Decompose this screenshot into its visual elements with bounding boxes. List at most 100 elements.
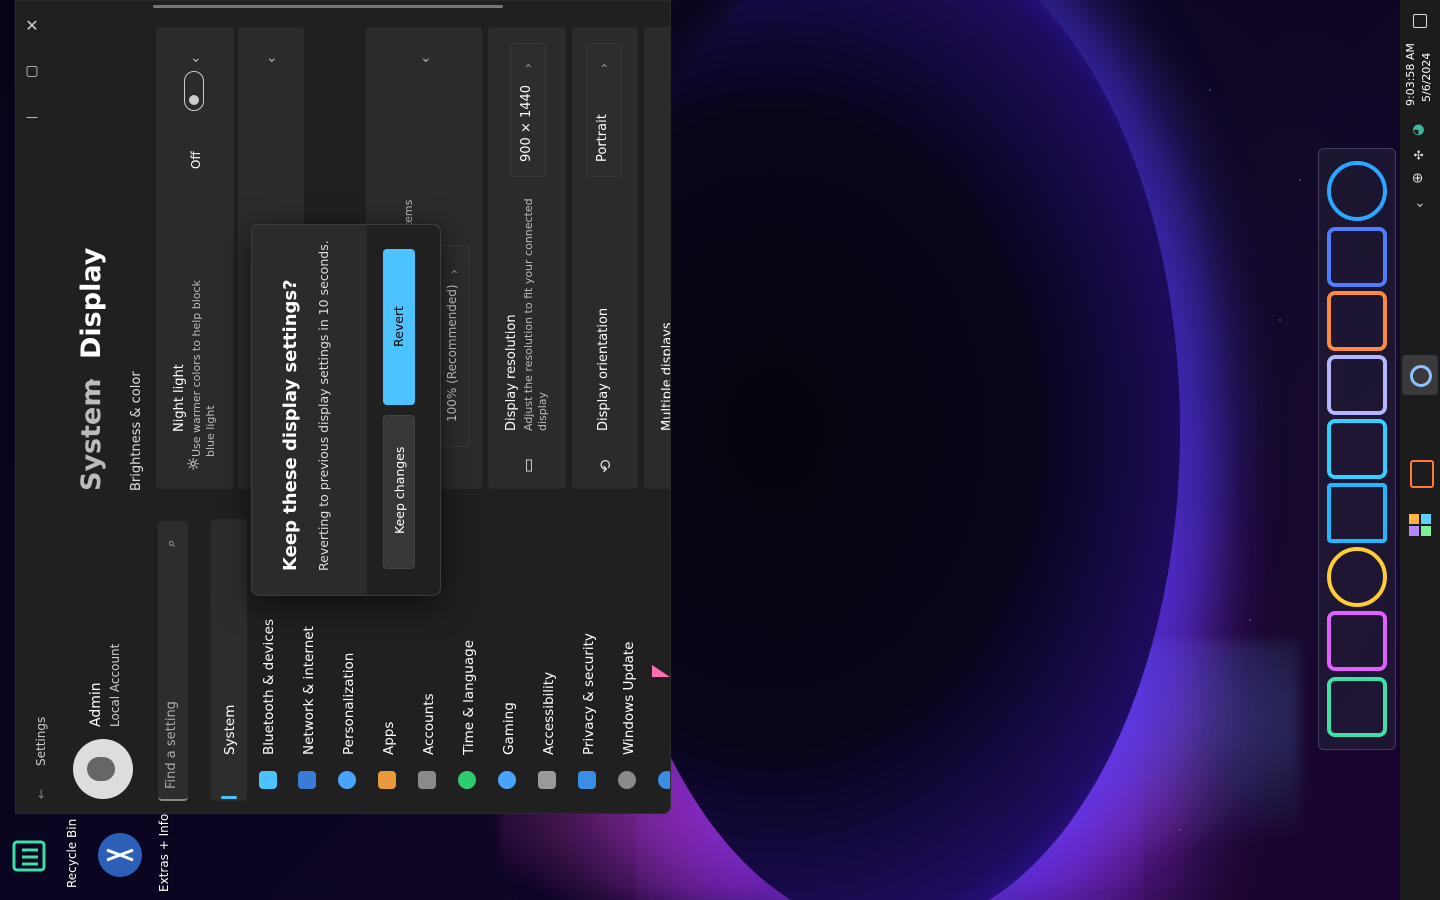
chevron-up-icon[interactable]: ‹ bbox=[188, 57, 204, 63]
sidebar-item-accounts[interactable]: Accounts bbox=[421, 693, 437, 755]
dock-app-camera[interactable] bbox=[1327, 227, 1387, 287]
multiple-displays-card[interactable]: Multiple displays bbox=[644, 27, 671, 489]
settings-taskbar-icon[interactable] bbox=[1402, 355, 1438, 395]
sidebar-item-accessibility[interactable]: Accessibility bbox=[541, 672, 557, 755]
night-light-description: Use warmer colors to help block blue lig… bbox=[190, 280, 217, 457]
taskbar-time[interactable]: 9:03:58 AM bbox=[1404, 43, 1417, 106]
globe-clock-icon bbox=[498, 771, 516, 789]
resize-corner-icon bbox=[652, 665, 670, 677]
resolution-card[interactable]: ▭ Display resolution Adjust the resoluti… bbox=[488, 27, 566, 489]
dock-app-orange[interactable] bbox=[1327, 291, 1387, 351]
maximize-button[interactable]: ▢ bbox=[17, 56, 47, 86]
sidebar-item-privacy-security[interactable]: Privacy & security bbox=[581, 633, 597, 755]
network-tray-icon[interactable]: ✣ bbox=[1412, 150, 1426, 160]
search-box[interactable]: Find a setting ⌕ bbox=[158, 521, 188, 801]
dock-app-arrow[interactable] bbox=[1327, 483, 1387, 543]
revert-button[interactable]: Revert bbox=[383, 249, 415, 405]
search-icon: ⌕ bbox=[164, 539, 179, 547]
page-title: Display bbox=[76, 247, 107, 359]
chevron-left-icon[interactable]: ‹ bbox=[1412, 202, 1428, 208]
sidebar-item-gaming[interactable]: Gaming bbox=[501, 702, 517, 755]
extras-info-shortcut[interactable]: Extras + Info bbox=[95, 814, 175, 896]
accessibility-icon bbox=[578, 771, 596, 789]
dock-app-blue-circle[interactable] bbox=[1327, 161, 1387, 221]
update-icon bbox=[658, 771, 670, 789]
dock-app-monitor[interactable] bbox=[1327, 611, 1387, 671]
recycle-bin-shortcut[interactable]: Recycle Bin bbox=[10, 819, 85, 896]
keep-settings-dialog: Keep these display settings? Reverting t… bbox=[251, 224, 441, 596]
breadcrumb-parent[interactable]: System bbox=[76, 379, 107, 491]
planet-image bbox=[600, 0, 1180, 900]
minimize-button[interactable]: — bbox=[17, 102, 47, 132]
keep-changes-label: Keep changes bbox=[392, 446, 407, 534]
extras-info-icon bbox=[98, 833, 142, 877]
dock-app-info[interactable] bbox=[1327, 419, 1387, 479]
orientation-dropdown[interactable]: Portrait › bbox=[586, 43, 622, 177]
chevron-right-icon-2: › bbox=[521, 63, 535, 68]
window-scroll-hint bbox=[153, 5, 503, 8]
back-arrow-icon[interactable]: ← bbox=[34, 789, 48, 799]
sidebar-item-bluetooth-devices[interactable]: Bluetooth & devices bbox=[261, 619, 277, 755]
file-explorer-taskbar-icon[interactable] bbox=[1410, 460, 1434, 488]
brush-icon bbox=[378, 771, 396, 789]
start-tile-1 bbox=[1409, 514, 1419, 524]
taskbar: 9:03:58 AM 5/6/2024 ◕ ✣ ⊕ ‹ bbox=[1400, 0, 1440, 900]
dock-app-gear[interactable] bbox=[1327, 547, 1387, 607]
sidebar-item-system[interactable]: System bbox=[222, 705, 238, 755]
notification-icon[interactable] bbox=[1413, 14, 1427, 28]
chevron-right-icon: › bbox=[447, 269, 461, 274]
night-light-card[interactable]: Night light Use warmer colors to help bl… bbox=[156, 27, 234, 489]
globe-tray-icon[interactable]: ⊕ bbox=[1410, 172, 1426, 184]
start-tile-4 bbox=[1421, 526, 1431, 536]
display-resolution-icon: ▭ bbox=[518, 457, 537, 473]
sidebar-item-windows-update[interactable]: Windows Update bbox=[621, 642, 637, 755]
sun-icon: ☼ bbox=[184, 456, 203, 471]
start-tile-2 bbox=[1421, 514, 1431, 524]
settings-window: ✕ ▢ — Settings ← Admin Local Account Fin… bbox=[15, 0, 671, 814]
dock-app-list[interactable] bbox=[1327, 677, 1387, 737]
edge-tray-icon[interactable]: ◕ bbox=[1410, 124, 1426, 136]
dialog-title: Keep these display settings? bbox=[280, 279, 301, 571]
resolution-value: 900 × 1440 bbox=[519, 84, 534, 162]
multiple-displays-title: Multiple displays bbox=[660, 322, 671, 431]
night-light-toggle[interactable] bbox=[184, 71, 204, 111]
app-dock bbox=[1318, 148, 1396, 750]
orientation-icon: ⟲ bbox=[596, 459, 615, 473]
extras-info-label: Extras + Info bbox=[157, 813, 171, 892]
keep-changes-button[interactable]: Keep changes bbox=[383, 415, 415, 569]
sidebar-item-time-language[interactable]: Time & language bbox=[461, 640, 477, 755]
scale-dropdown[interactable]: 100% (Recommended) › bbox=[438, 245, 470, 447]
system-icon bbox=[259, 771, 277, 789]
sidebar-item-network-internet[interactable]: Network & internet bbox=[301, 626, 317, 755]
resolution-title: Display resolution bbox=[504, 314, 519, 431]
recycle-bin-label: Recycle Bin bbox=[65, 818, 79, 888]
bluetooth-icon bbox=[298, 771, 316, 789]
close-button[interactable]: ✕ bbox=[17, 10, 47, 40]
orientation-title: Display orientation bbox=[596, 307, 611, 431]
dock-app-stripes[interactable] bbox=[1327, 355, 1387, 415]
breadcrumb-separator: › bbox=[79, 377, 104, 386]
sidebar-item-apps[interactable]: Apps bbox=[381, 722, 397, 755]
user-name: Admin bbox=[88, 682, 104, 727]
sidebar-item-personalization[interactable]: Personalization bbox=[341, 653, 357, 755]
chevron-right-icon-3: › bbox=[597, 63, 611, 68]
chevron-up-icon-3[interactable]: ‹ bbox=[418, 57, 434, 63]
orientation-card[interactable]: ⟲ Display orientation Portrait › bbox=[572, 27, 638, 489]
app-title: Settings bbox=[34, 716, 48, 766]
resolution-dropdown[interactable]: 900 × 1440 › bbox=[510, 43, 546, 177]
section-label: Brightness & color bbox=[129, 371, 144, 491]
search-input[interactable]: Find a setting bbox=[164, 701, 179, 789]
taskbar-date[interactable]: 5/6/2024 bbox=[1420, 53, 1433, 102]
apps-icon bbox=[418, 771, 436, 789]
revert-label: Revert bbox=[391, 306, 406, 347]
gamepad-icon bbox=[538, 771, 556, 789]
dialog-message: Reverting to previous display settings i… bbox=[316, 240, 331, 571]
recycle-bin-icon bbox=[12, 840, 46, 872]
scale-value: 100% (Recommended) bbox=[445, 284, 459, 422]
start-taskbar-icon[interactable] bbox=[1409, 514, 1431, 536]
shield-icon bbox=[618, 771, 636, 789]
nav-selected-background bbox=[211, 519, 247, 801]
avatar[interactable] bbox=[73, 739, 133, 799]
orientation-value: Portrait bbox=[595, 114, 610, 162]
chevron-up-icon-2[interactable]: ‹ bbox=[264, 57, 280, 63]
